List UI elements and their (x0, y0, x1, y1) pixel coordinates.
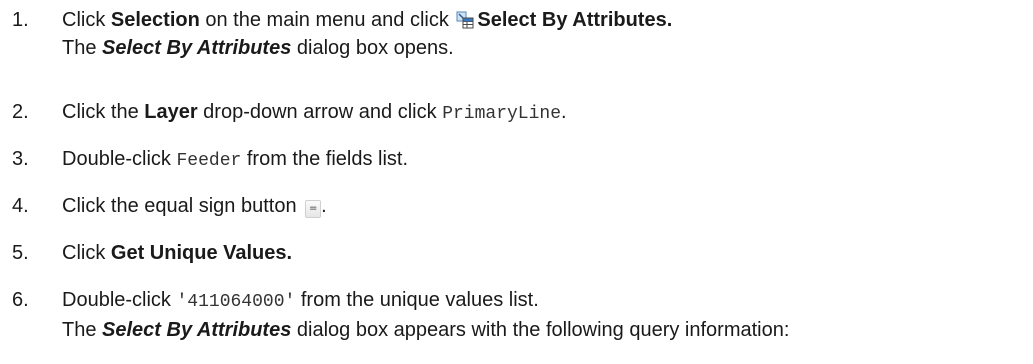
step-number: 1. (12, 9, 29, 31)
step-number: 4. (12, 195, 29, 217)
menu-selection: Selection (110, 9, 200, 31)
step-text: Double-click Feeder from the fields list… (62, 148, 409, 171)
step-number: 3. (12, 148, 29, 170)
select-by-attributes-icon (456, 9, 474, 29)
step-note: The Select By Attributes dialog box appe… (62, 319, 790, 341)
step-text: Click the Layer drop-down arrow and clic… (62, 101, 567, 124)
step-number: 5. (12, 242, 29, 264)
field-value: Feeder (176, 151, 242, 171)
step-number: 2. (12, 101, 29, 123)
step-note: The Select By Attributes dialog box open… (62, 37, 454, 59)
command-get-unique-values: Get Unique Values. (110, 242, 293, 264)
dialog-name: Select By Attributes (102, 37, 292, 59)
step-text: Double-click '411064000' from the unique… (62, 286, 789, 344)
step-text: Click Selection on the main menu and cli… (62, 6, 672, 62)
layer-value: PrimaryLine (442, 104, 562, 124)
equal-sign-button-icon: = (305, 200, 322, 218)
command-select-by-attributes: Select By Attributes. (477, 9, 673, 31)
unique-value: '411064000' (176, 292, 296, 312)
step-text: Click Get Unique Values. (62, 242, 293, 264)
dialog-name: Select By Attributes (102, 319, 292, 341)
step-number: 6. (12, 289, 29, 311)
layer-label: Layer (144, 101, 198, 123)
step-text: Click the equal sign button =. (62, 195, 327, 218)
